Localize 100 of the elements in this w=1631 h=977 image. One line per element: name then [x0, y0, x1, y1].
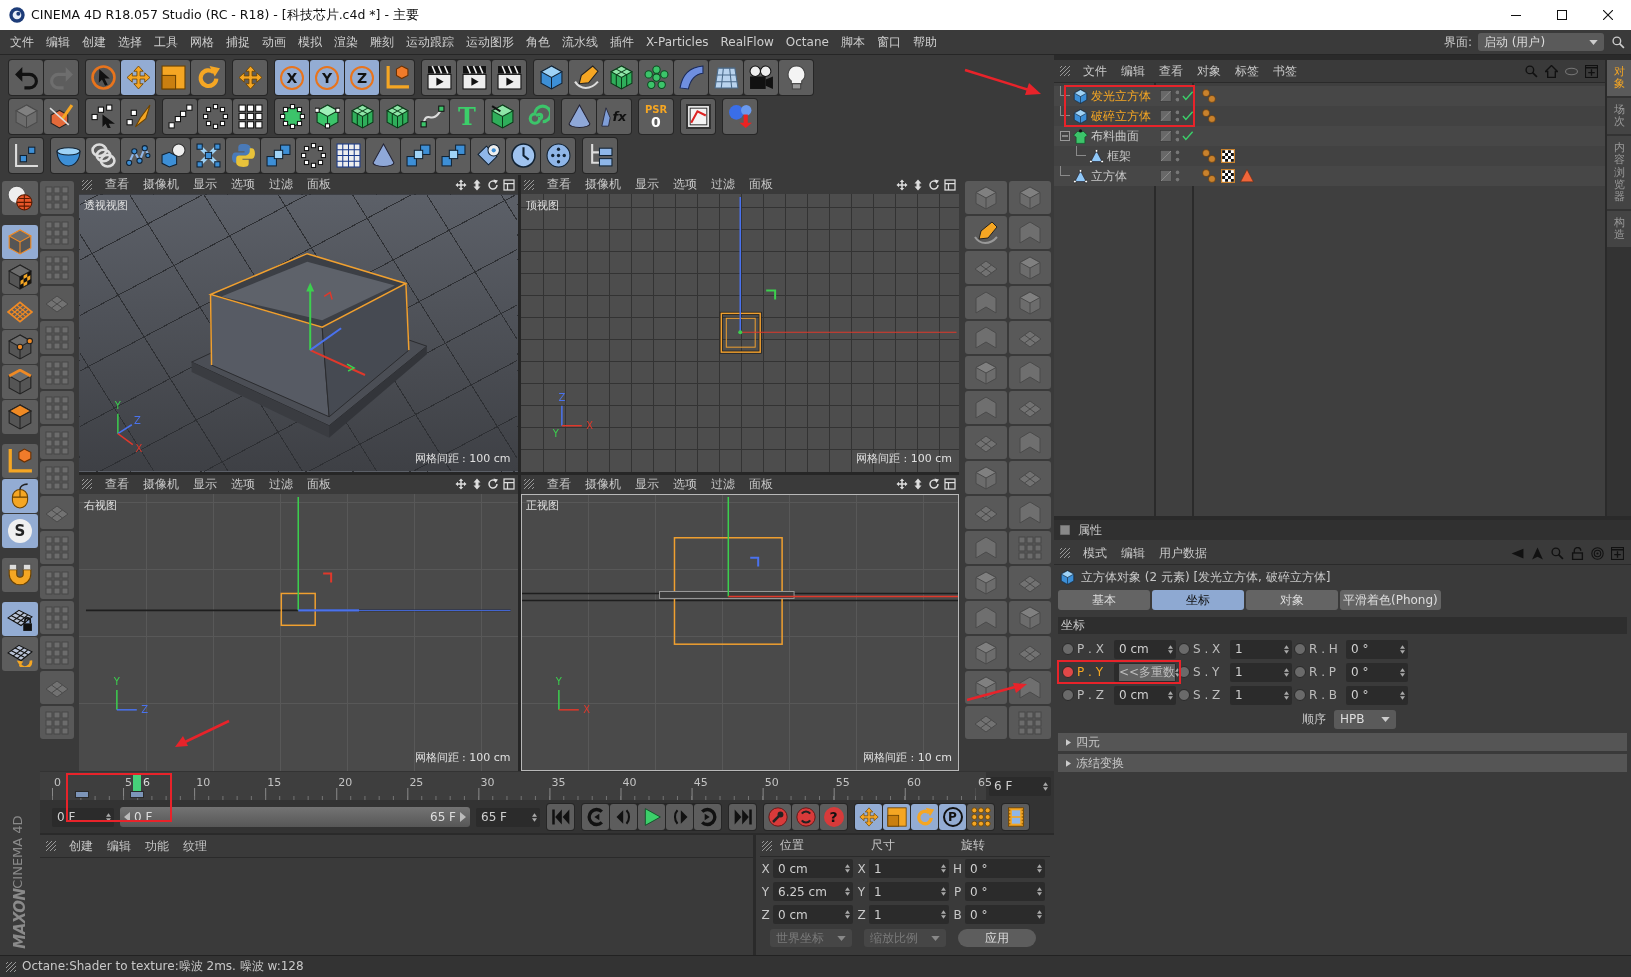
tool-button[interactable] — [121, 138, 155, 173]
tool-button[interactable] — [681, 99, 715, 134]
playback-button[interactable] — [855, 804, 882, 830]
visibility-dots-icon[interactable] — [1175, 150, 1180, 162]
tool-button[interactable] — [436, 138, 470, 173]
viewport-menu-item[interactable]: 选项 — [224, 177, 262, 192]
panel-menu-item[interactable]: 模式 — [1076, 544, 1114, 562]
layer-square-icon[interactable] — [1160, 130, 1172, 142]
tool-button[interactable] — [345, 99, 379, 134]
grip-icon[interactable] — [523, 479, 534, 489]
checker-tag-icon[interactable] — [1221, 169, 1235, 183]
playback-button[interactable] — [792, 804, 819, 830]
panel-menu-item[interactable]: 编辑 — [1114, 544, 1152, 562]
menu-item[interactable]: 雕刻 — [364, 33, 400, 51]
ball-pair-icon[interactable] — [1202, 89, 1216, 103]
playback-button[interactable]: ? — [820, 804, 847, 830]
menu-item[interactable]: 脚本 — [834, 33, 871, 51]
tool-button[interactable] — [86, 60, 120, 95]
menu-item[interactable]: 帮助 — [906, 33, 943, 51]
playback-button[interactable] — [582, 804, 609, 830]
animation-key-icon[interactable] — [1062, 643, 1074, 655]
viewport-menu-item[interactable]: 选项 — [224, 476, 262, 492]
viewport-menu-item[interactable]: 选项 — [665, 177, 704, 192]
spinner-icon[interactable] — [941, 887, 946, 896]
tool-button[interactable] — [562, 99, 596, 134]
side-tab[interactable]: 内容浏览器 — [1607, 136, 1631, 209]
tool-button[interactable] — [604, 60, 638, 95]
viewport-menu-item[interactable]: 过滤 — [703, 177, 742, 192]
menu-item[interactable]: RealFlow — [714, 35, 780, 49]
tool-button[interactable] — [191, 138, 225, 173]
viewport-menu-item[interactable]: 显示 — [627, 476, 666, 492]
viewport-menu-item[interactable]: 摄像机 — [136, 177, 186, 192]
animation-key-icon[interactable] — [1062, 666, 1074, 678]
menu-item[interactable]: X-Particles — [640, 35, 715, 49]
mode-button[interactable] — [2, 558, 38, 592]
value-field[interactable]: 0 ° — [965, 859, 1045, 878]
tool-button[interactable] — [457, 60, 491, 95]
collapsible-group[interactable]: 冻结变换 — [1058, 754, 1627, 772]
tool-button[interactable] — [471, 138, 505, 173]
spinner-icon[interactable] — [1284, 690, 1289, 700]
tool-button[interactable]: Z — [345, 60, 379, 95]
value-field[interactable]: 1 — [869, 905, 949, 924]
grip-icon[interactable] — [1060, 548, 1070, 558]
orbit-icon[interactable] — [928, 478, 940, 490]
tool-button[interactable] — [163, 99, 197, 134]
spinner-icon[interactable] — [1400, 690, 1405, 700]
grip-icon[interactable] — [82, 179, 92, 190]
number-field[interactable]: 1 — [1230, 662, 1292, 682]
tool-button[interactable] — [485, 99, 519, 134]
panel-menu-item[interactable]: 编辑 — [1114, 62, 1152, 80]
menu-item[interactable]: 角色 — [520, 33, 556, 51]
playback-button[interactable] — [1002, 804, 1029, 830]
object-name[interactable]: 发光立方体 — [1091, 87, 1151, 105]
value-field[interactable]: 0 ° — [965, 905, 1045, 924]
tool-button[interactable]: PSR 0 — [639, 99, 673, 134]
viewport-menu-item[interactable]: 面板 — [741, 177, 780, 192]
tool-button[interactable] — [233, 99, 267, 134]
tool-button[interactable] — [744, 60, 778, 95]
keyframe-marker[interactable] — [130, 791, 144, 798]
viewport-menu-item[interactable]: 查看 — [539, 177, 578, 192]
panel-menu-item[interactable]: 编辑 — [100, 837, 138, 855]
mode-button[interactable] — [2, 637, 38, 671]
tool-button[interactable] — [261, 138, 295, 173]
viewport-menu-item[interactable]: 面板 — [300, 476, 338, 492]
panel-menu-item[interactable]: 功能 — [138, 837, 176, 855]
menu-item[interactable]: 插件 — [604, 33, 640, 51]
tool-button[interactable] — [198, 99, 232, 134]
tool-button[interactable] — [506, 138, 540, 173]
object-name[interactable]: 框架 — [1107, 147, 1131, 165]
value-field[interactable]: 1 — [869, 859, 949, 878]
spinner-icon[interactable] — [1037, 887, 1042, 896]
move-gizmo[interactable] — [306, 282, 366, 376]
ball-pair-icon[interactable] — [1202, 169, 1216, 183]
ball-pair-icon[interactable] — [1202, 149, 1216, 163]
playback-button[interactable]: P — [939, 804, 966, 830]
mode-button[interactable] — [2, 400, 38, 434]
menu-item[interactable]: 流水线 — [556, 33, 604, 51]
pan-icon[interactable] — [896, 178, 908, 191]
spinner-icon[interactable] — [1168, 690, 1173, 700]
side-tab[interactable]: 对象 — [1607, 60, 1631, 97]
tool-button[interactable] — [51, 138, 85, 173]
collapsible-group[interactable]: 四元 — [1058, 733, 1627, 751]
tab[interactable]: 坐标 — [1152, 590, 1244, 610]
maximize-icon[interactable] — [502, 478, 515, 490]
menu-item[interactable]: 窗口 — [870, 33, 907, 51]
spinner-icon[interactable] — [1037, 910, 1042, 919]
menu-item[interactable]: 运动跟踪 — [400, 33, 460, 51]
mode-button[interactable] — [2, 181, 38, 215]
layer-square-icon[interactable] — [1160, 150, 1172, 162]
object-name[interactable]: 破碎立方体 — [1091, 107, 1151, 125]
order-dropdown[interactable]: HPB — [1334, 709, 1396, 729]
tool-button[interactable] — [310, 99, 344, 134]
object-name[interactable]: 立方体 — [1091, 167, 1127, 185]
tool-button[interactable] — [366, 138, 400, 173]
animation-key-icon[interactable] — [1178, 643, 1190, 655]
panel-menu-item[interactable]: 标签 — [1228, 62, 1266, 80]
animation-key-icon[interactable] — [1294, 689, 1306, 701]
right-arrow-icon[interactable] — [460, 812, 466, 822]
keyframe-marker[interactable] — [75, 791, 90, 798]
pan-icon[interactable] — [454, 178, 467, 191]
